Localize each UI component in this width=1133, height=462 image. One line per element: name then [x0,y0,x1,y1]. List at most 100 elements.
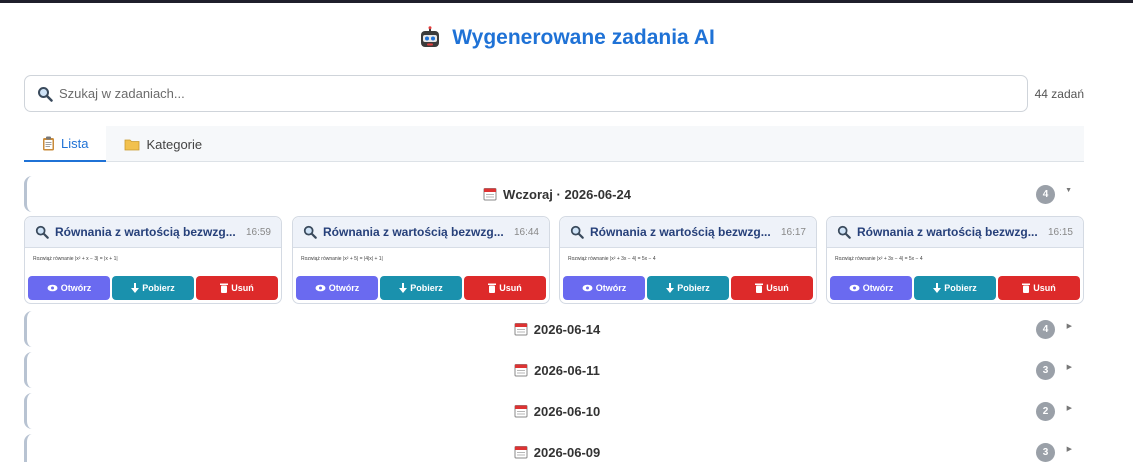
chevron-right-icon[interactable]: ▶ [1067,363,1072,371]
date-group-text: Wczoraj · 2026-06-24 [503,186,631,202]
task-card-title[interactable]: Równania z wartością bezwzg... [590,225,775,239]
delete-button[interactable]: Usuń [196,276,278,300]
date-group-header[interactable]: 2026-06-14 4 ▶ [24,311,1084,347]
trash-icon [755,283,764,293]
task-card-title[interactable]: Równania z wartością bezwzg... [857,225,1042,239]
date-group-header[interactable]: 2026-06-09 3 ▶ [24,434,1084,462]
date-group-text: 2026-06-09 [533,444,601,460]
delete-button-label: Usuń [231,283,254,293]
magnifier-icon [837,225,851,239]
eye-icon [849,284,860,292]
group-count-badge: 2 [1036,402,1055,421]
group-count-badge: 3 [1036,443,1055,462]
eye-icon [582,284,593,292]
window-top-bar [0,0,1133,3]
delete-button-label: Usuń [499,283,522,293]
chevron-down-icon[interactable]: ▼ [1065,187,1072,194]
delete-button-label: Usuń [1033,283,1056,293]
delete-button-label: Usuń [766,283,789,293]
task-card-header: Równania z wartością bezwzg... 16:17 [560,217,816,248]
task-count: 44 zadań [1034,87,1084,101]
date-group-text: 2026-06-11 [534,362,600,378]
search-row: 44 zadań [24,75,1084,112]
download-arrow-icon [933,283,942,293]
chevron-right-icon[interactable]: ▶ [1067,445,1072,453]
chevron-right-icon[interactable]: ▶ [1067,404,1072,412]
open-button-label: Otwórz [862,283,894,293]
page-title: Wygenerowane zadania AI [418,26,715,50]
date-group-label: 2026-06-10 [27,393,1087,429]
delete-button[interactable]: Usuń [998,276,1080,300]
delete-button[interactable]: Usuń [464,276,546,300]
magnifier-icon [303,225,317,239]
date-group-header[interactable]: Wczoraj · 2026-06-24 4 ▼ [24,176,1084,212]
date-group-label: 2026-06-11 [27,352,1087,388]
date-group-header[interactable]: 2026-06-11 3 ▶ [24,352,1084,388]
tab-kategorie[interactable]: Kategorie [106,126,220,162]
search-input[interactable] [59,86,959,101]
task-card: Równania z wartością bezwzg... 16:17 Roz… [559,216,817,304]
open-button-label: Otwórz [328,283,360,293]
search-box [24,75,1028,112]
page-title-text: Wygenerowane zadania AI [452,26,715,49]
task-card-preview: Rozwiąż równanie |x² + 5| = |4|x| + 1| [301,256,383,262]
trash-icon [220,283,229,293]
delete-button[interactable]: Usuń [731,276,813,300]
download-button-label: Pobierz [410,283,443,293]
task-card-actions: Otwórz Pobierz Usuń [563,276,813,300]
date-group-header[interactable]: 2026-06-10 2 ▶ [24,393,1084,429]
download-button[interactable]: Pobierz [380,276,462,300]
calendar-icon [514,364,528,377]
task-card-time: 16:15 [1047,226,1073,238]
task-card-header: Równania z wartością bezwzg... 16:44 [293,217,549,248]
clipboard-icon [43,136,54,150]
task-card-header: Równania z wartością bezwzg... 16:59 [25,217,281,248]
eye-icon [47,284,58,292]
download-button[interactable]: Pobierz [112,276,194,300]
open-button[interactable]: Otwórz [563,276,645,300]
task-card-header: Równania z wartością bezwzg... 16:15 [827,217,1083,248]
task-card-preview: Rozwiąż równanie |x² + x − 3| = |x + 1| [33,256,118,262]
download-button[interactable]: Pobierz [914,276,996,300]
task-card-time: 16:17 [780,226,806,238]
calendar-icon [483,188,497,201]
calendar-icon [514,323,528,336]
robot-icon [421,26,440,47]
date-group-label: 2026-06-14 [27,311,1087,347]
chevron-right-icon[interactable]: ▶ [1067,322,1072,330]
open-button-label: Otwórz [595,283,627,293]
download-arrow-icon [399,283,408,293]
view-tabs: Lista Kategorie [24,126,1084,162]
magnifier-icon [35,225,49,239]
trash-icon [1022,283,1031,293]
tab-lista[interactable]: Lista [24,126,107,162]
trash-icon [488,283,497,293]
folder-icon [125,139,140,150]
group-count-badge: 4 [1036,320,1055,339]
group-count-badge: 3 [1036,361,1055,380]
download-button[interactable]: Pobierz [647,276,729,300]
group-count-badge: 4 [1036,185,1055,204]
task-card-title[interactable]: Równania z wartością bezwzg... [323,225,508,239]
open-button[interactable]: Otwórz [296,276,378,300]
task-card-time: 16:44 [513,226,539,238]
date-group-text: 2026-06-10 [533,403,601,419]
task-card-title[interactable]: Równania z wartością bezwzg... [55,225,240,239]
task-card-preview: Rozwiąż równanie |x² + 3x − 4| = 5x − 4 [835,256,923,262]
task-card: Równania z wartością bezwzg... 16:44 Roz… [292,216,550,304]
task-card-actions: Otwórz Pobierz Usuń [28,276,278,300]
calendar-icon [514,446,528,459]
task-card: Równania z wartością bezwzg... 16:59 Roz… [24,216,282,304]
open-button[interactable]: Otwórz [830,276,912,300]
magnifier-icon [38,86,53,102]
download-arrow-icon [131,283,140,293]
date-group-text: 2026-06-14 [533,321,601,337]
page-header: Wygenerowane zadania AI [0,26,1133,55]
task-card-actions: Otwórz Pobierz Usuń [296,276,546,300]
magnifier-icon [570,225,584,239]
eye-icon [315,284,326,292]
open-button[interactable]: Otwórz [28,276,110,300]
download-arrow-icon [666,283,675,293]
download-button-label: Pobierz [142,283,175,293]
task-card-actions: Otwórz Pobierz Usuń [830,276,1080,300]
